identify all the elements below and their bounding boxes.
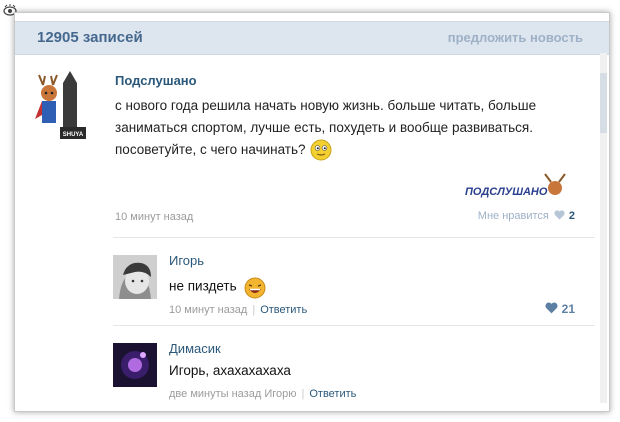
comment-text-content: не пиздеть [169, 278, 237, 294]
watermark-logo: ПОДСЛУШАНО [465, 173, 566, 198]
laughing-emoji-icon [244, 277, 266, 299]
watermark-text: ПОДСЛУШАНО [465, 186, 548, 198]
comment-author[interactable]: Димасик [169, 341, 221, 356]
like-label: Мне нравится [477, 210, 549, 222]
wall-header: 12905 записей предложить новость [15, 21, 609, 55]
heart-icon [545, 302, 558, 314]
like-count: 2 [568, 210, 575, 222]
comment-like-count: 21 [561, 302, 575, 316]
comment-meta: две минуты назад Игорю | Ответить [169, 388, 357, 400]
heart-icon [554, 210, 565, 220]
reply-button[interactable]: Ответить [309, 388, 356, 400]
comment-text: Игорь, ахахахахаха [169, 363, 291, 378]
comment-author[interactable]: Игорь [169, 253, 204, 268]
scrollbar-thumb[interactable] [600, 73, 607, 133]
deer-avatar[interactable]: SHUYA [33, 71, 91, 143]
suggest-news-link[interactable]: предложить новость [448, 30, 583, 45]
post-like-button[interactable]: Мне нравится 2 [478, 210, 575, 222]
avatar-badge: SHUYA [63, 132, 84, 138]
divider [113, 237, 595, 238]
post-time[interactable]: 10 минут назад [115, 211, 193, 223]
reply-button[interactable]: Ответить [260, 304, 307, 316]
comment-time[interactable]: 10 минут назад [169, 304, 247, 316]
comment-time[interactable]: две минуты назад [169, 388, 261, 400]
divider [113, 325, 595, 326]
post-author[interactable]: Подслушано [115, 73, 197, 88]
reply-to-user[interactable]: Игорю [264, 388, 296, 400]
wall-widget: 12905 записей предложить новость SHUYA П… [14, 12, 610, 412]
comment-like-button[interactable]: 21 [540, 302, 575, 316]
comment-text: не пиздеть [169, 275, 267, 299]
purple-avatar[interactable] [113, 343, 157, 387]
post-text: с нового года решила начать новую жизнь.… [115, 95, 585, 161]
smiley-icon [310, 139, 332, 161]
records-count: 12905 записей [37, 29, 143, 46]
comment-meta: 10 минут назад | Ответить [169, 304, 308, 316]
boy-avatar[interactable] [113, 255, 157, 299]
